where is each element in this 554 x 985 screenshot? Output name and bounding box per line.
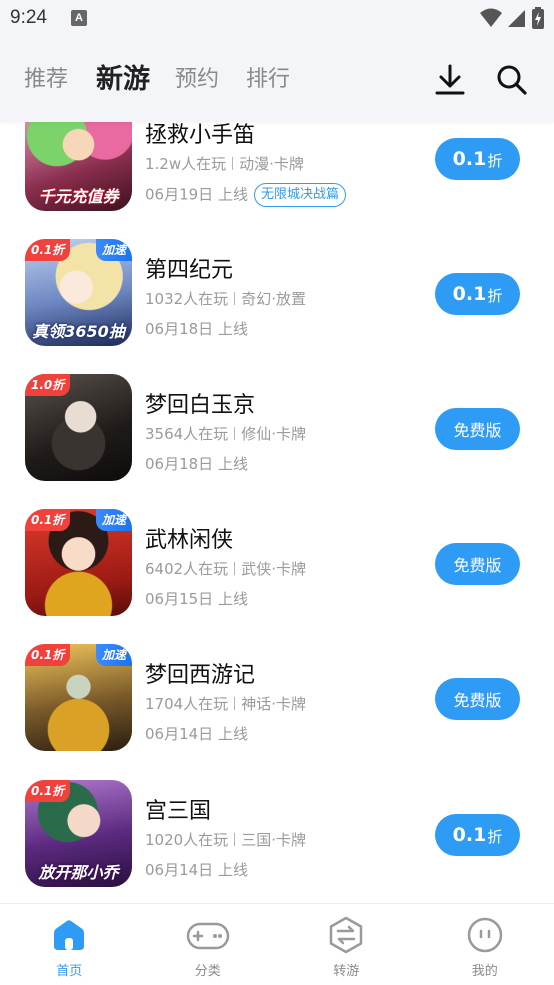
- download-icon: [435, 64, 465, 95]
- game-icon[interactable]: 0.1折 放开那小乔: [25, 780, 132, 887]
- speed-tag: 加速: [95, 644, 132, 666]
- status-icons: [480, 7, 544, 29]
- event-badge[interactable]: 无限城决战篇: [253, 183, 346, 207]
- game-meta: 1.2w人在玩 动漫·卡牌: [145, 155, 304, 173]
- tab-reservation[interactable]: 预约: [175, 58, 219, 102]
- list-item[interactable]: 千元充值券 拯救小手笛 1.2w人在玩 动漫·卡牌 06月19日 上线 无限城决战篇…: [0, 104, 554, 239]
- game-date: 06月14日 上线: [145, 861, 248, 879]
- download-button[interactable]: [432, 62, 468, 98]
- game-title: 宫三国: [145, 799, 212, 824]
- discount-button[interactable]: 0.1 折: [435, 814, 520, 856]
- game-meta: 1704人在玩 神话·卡牌: [145, 695, 306, 713]
- nav-category[interactable]: 分类: [139, 904, 278, 985]
- discount-tag: 0.1折: [25, 509, 71, 531]
- speed-tag: 加速: [95, 239, 132, 261]
- list-item[interactable]: 0.1折 放开那小乔 宫三国 1020人在玩 三国·卡牌 06月14日 上线 0.…: [0, 780, 554, 903]
- game-date: 06月18日 上线: [145, 320, 248, 338]
- nav-label: 转游: [333, 964, 360, 979]
- status-bar: 9:24 A: [0, 0, 554, 36]
- game-meta: 3564人在玩 修仙·卡牌: [145, 425, 306, 443]
- game-date: 06月18日 上线: [145, 455, 248, 473]
- search-button[interactable]: [494, 62, 530, 98]
- game-title: 梦回西游记: [145, 663, 256, 688]
- game-date: 06月15日 上线: [145, 590, 248, 608]
- icon-caption: 真领3650抽: [32, 322, 125, 341]
- game-meta: 6402人在玩 武侠·卡牌: [145, 560, 306, 578]
- discount-tag: 0.1折: [25, 780, 71, 802]
- notification-icon: A: [71, 10, 87, 26]
- speed-tag: 加速: [95, 509, 132, 531]
- list-item[interactable]: 0.1折 加速 梦回西游记 1704人在玩 神话·卡牌 06月14日 上线 免费版: [0, 644, 554, 779]
- list-item[interactable]: 1.0折 梦回白玉京 3564人在玩 修仙·卡牌 06月18日 上线 免费版: [0, 374, 554, 509]
- home-icon: [54, 920, 85, 950]
- list-item[interactable]: 0.1折 加速 真领3650抽 第四纪元 1032人在玩 奇幻·放置 06月18日…: [0, 239, 554, 374]
- game-meta: 1020人在玩 三国·卡牌: [145, 831, 306, 849]
- game-icon[interactable]: 0.1折 加速 真领3650抽: [25, 239, 132, 346]
- signal-icon: [508, 10, 525, 27]
- profile-icon: [467, 917, 502, 953]
- game-title: 武林闲侠: [145, 528, 234, 553]
- battery-icon: [532, 7, 544, 29]
- game-list[interactable]: 千元充值券 拯救小手笛 1.2w人在玩 动漫·卡牌 06月19日 上线 无限城决战篇…: [0, 0, 554, 903]
- wifi-icon: [480, 8, 502, 27]
- header: 9:24 A 推荐 新游 预约 排行: [0, 0, 554, 122]
- nav-profile[interactable]: 我的: [416, 904, 554, 985]
- game-date: 06月19日 上线 无限城决战篇: [145, 183, 346, 207]
- tab-recommend[interactable]: 推荐: [24, 58, 68, 102]
- game-title: 梦回白玉京: [145, 393, 256, 418]
- nav-label: 首页: [56, 964, 83, 979]
- list-item[interactable]: 0.1折 加速 武林闲侠 6402人在玩 武侠·卡牌 06月15日 上线 免费版: [0, 509, 554, 644]
- free-version-button[interactable]: 免费版: [435, 678, 520, 720]
- top-tabs: 推荐 新游 预约 排行: [0, 58, 554, 102]
- discount-button[interactable]: 0.1 折: [435, 138, 520, 180]
- status-time: 9:24: [10, 7, 47, 28]
- nav-home[interactable]: 首页: [0, 904, 139, 985]
- nav-label: 我的: [471, 964, 498, 979]
- game-date: 06月14日 上线: [145, 725, 248, 743]
- discount-tag: 0.1折: [25, 239, 71, 261]
- nav-transfer[interactable]: 转游: [277, 904, 416, 985]
- icon-caption: 放开那小乔: [38, 863, 119, 882]
- game-icon[interactable]: 0.1折 加速: [25, 509, 132, 616]
- tab-ranking[interactable]: 排行: [246, 58, 290, 102]
- free-version-button[interactable]: 免费版: [435, 408, 520, 450]
- discount-tag: 1.0折: [25, 374, 71, 396]
- game-icon[interactable]: 0.1折 加速: [25, 644, 132, 751]
- game-meta: 1032人在玩 奇幻·放置: [145, 290, 306, 308]
- nav-label: 分类: [194, 964, 221, 979]
- search-icon: [497, 65, 527, 95]
- gamepad-icon: [186, 922, 229, 950]
- tab-new-games[interactable]: 新游: [96, 58, 150, 102]
- bottom-nav: 首页 分类 转游 我的: [0, 903, 554, 985]
- transfer-icon: [330, 916, 363, 954]
- icon-caption: 千元充值券: [38, 187, 119, 206]
- game-icon[interactable]: 1.0折: [25, 374, 132, 481]
- game-title: 第四纪元: [145, 258, 234, 283]
- discount-tag: 0.1折: [25, 644, 71, 666]
- free-version-button[interactable]: 免费版: [435, 543, 520, 585]
- discount-button[interactable]: 0.1 折: [435, 273, 520, 315]
